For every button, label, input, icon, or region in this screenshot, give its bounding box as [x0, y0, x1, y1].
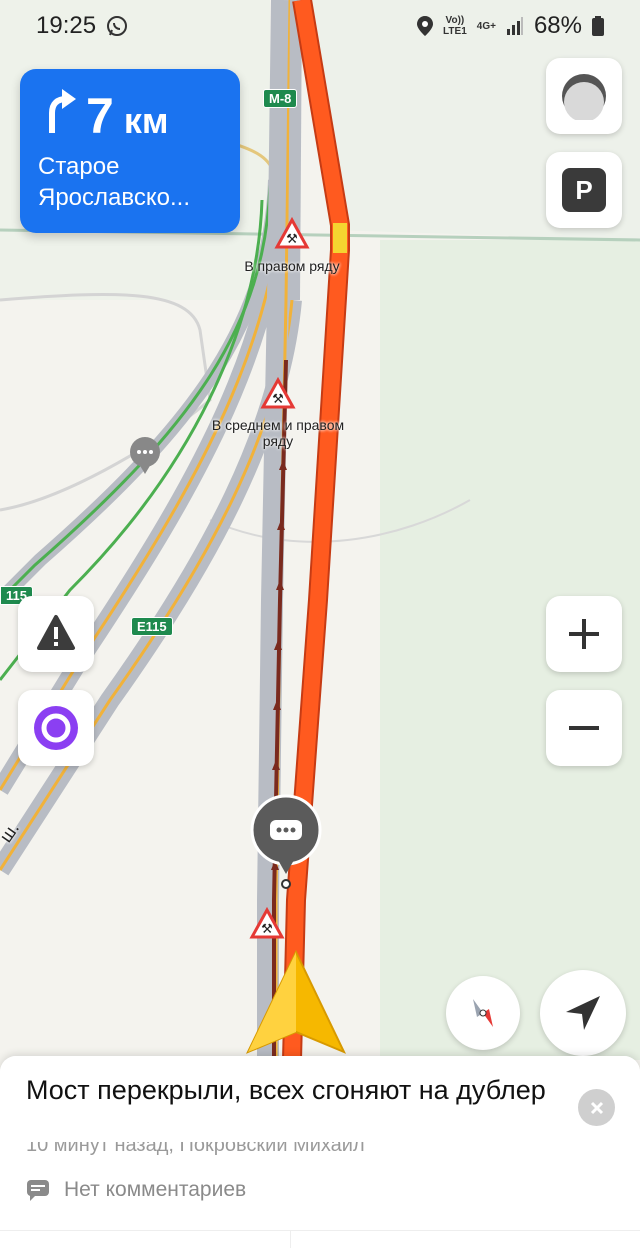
maneuver-card[interactable]: 7 км Старое Ярославско... [20, 69, 240, 233]
moon-icon [562, 74, 606, 120]
navigation-arrow-icon [566, 996, 600, 1030]
report-incident-button[interactable] [18, 596, 94, 672]
minus-icon [569, 726, 599, 730]
comment-icon [27, 1180, 49, 1201]
comments-row[interactable]: Нет комментариев [26, 1178, 246, 1202]
zoom-out-button[interactable] [546, 690, 622, 766]
divider [0, 1230, 640, 1231]
parking-icon: P [562, 168, 606, 212]
turn-right-arrow-icon [49, 89, 76, 133]
alice-icon [34, 706, 78, 750]
lane-hint-right: В правом ряду [244, 258, 340, 274]
compass-button[interactable] [446, 976, 520, 1050]
maneuver-distance: 7 [86, 88, 114, 144]
alice-assistant-button[interactable] [18, 690, 94, 766]
lane-hint-line2: ряду [262, 433, 294, 449]
parking-button[interactable]: P [546, 152, 622, 228]
location-icon [417, 16, 434, 36]
close-button[interactable] [578, 1089, 615, 1126]
maneuver-unit: км [123, 100, 169, 141]
divider [290, 1230, 291, 1248]
comments-label: Нет комментариев [64, 1178, 247, 1201]
signal-icon [506, 17, 523, 35]
road-event-panel[interactable]: 10 минут назад, Покровский Михаил Мост п… [0, 1056, 640, 1248]
compass-icon [473, 999, 493, 1027]
network-indicator: Vo)) LTE1 [443, 15, 467, 37]
battery-percent: 68% [533, 12, 582, 39]
network-generation: 4G+ [476, 20, 496, 32]
svg-text:⚒: ⚒ [286, 231, 298, 246]
svg-text:⚒: ⚒ [272, 391, 284, 406]
lane-hint-line1: В среднем и правом [211, 417, 345, 433]
lane-hint-middle-right: В среднем и правом ряду [196, 417, 360, 449]
warning-icon [37, 615, 75, 650]
road-shield-e115: E115 [131, 617, 173, 636]
close-icon [590, 1101, 603, 1114]
battery-icon [592, 16, 604, 36]
whatsapp-icon [107, 16, 128, 36]
message-title: Мост перекрыли, всех сгоняют на дублер [26, 1075, 546, 1105]
maneuver-street: Старое Ярославско... [38, 153, 190, 211]
plus-icon [569, 619, 599, 649]
road-shield-m8: М-8 [263, 89, 298, 108]
status-bar: 19:25 Vo)) LTE1 4G+ 68% [0, 0, 640, 52]
svg-text:⚒: ⚒ [261, 921, 273, 936]
clock: 19:25 [36, 12, 97, 39]
my-location-button[interactable] [540, 970, 626, 1056]
map-style-button[interactable] [546, 58, 622, 134]
zoom-in-button[interactable] [546, 596, 622, 672]
